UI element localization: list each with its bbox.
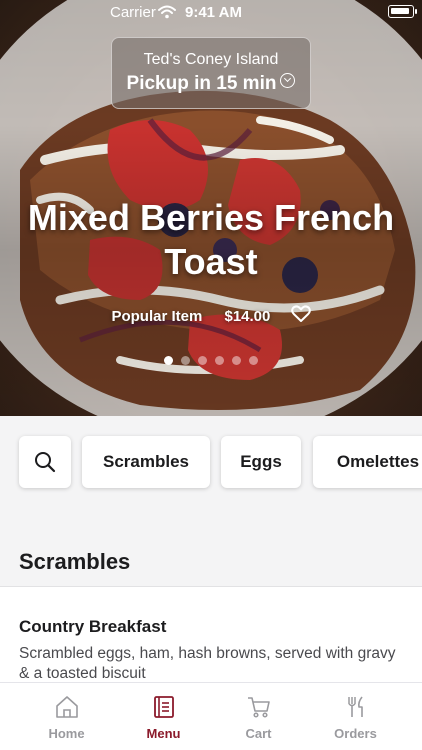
category-chip-eggs[interactable]: Eggs [221, 436, 301, 488]
tab-menu[interactable]: Menu [111, 683, 216, 750]
home-icon [56, 696, 78, 718]
category-chip-omelettes[interactable]: Omelettes [313, 436, 422, 488]
tab-orders-label: Orders [334, 726, 377, 741]
tab-orders[interactable]: Orders [303, 683, 408, 750]
pickup-time: Pickup in 15 min [126, 73, 277, 94]
menu-item-description: Scrambled eggs, ham, hash browns, served… [19, 645, 396, 682]
carousel-dots[interactable] [0, 352, 422, 370]
status-bar: Carrier 9:41 AM [0, 0, 422, 26]
section-title: Scrambles [19, 549, 131, 574]
carousel-dot[interactable] [164, 356, 173, 365]
battery-icon [388, 5, 414, 18]
featured-item-price: $14.00 [224, 307, 271, 325]
battery-tip [415, 9, 417, 14]
featured-item-title: Mixed Berries French Toast [27, 197, 395, 282]
heart-icon [290, 305, 311, 322]
menu-item-name: Country Breakfast [19, 617, 167, 636]
pickup-time-row: Pickup in 15 min [112, 73, 310, 95]
featured-item-meta: Popular Item $14.00 [0, 305, 422, 327]
tab-cart-label: Cart [245, 726, 272, 741]
tab-menu-label: Menu [146, 726, 181, 741]
carousel-dot[interactable] [181, 356, 190, 365]
carrier-label: Carrier [110, 4, 156, 21]
carousel-dot[interactable] [249, 356, 258, 365]
category-chip-scrambles[interactable]: Scrambles [82, 436, 210, 488]
carousel-dot[interactable] [232, 356, 241, 365]
tab-cart[interactable]: Cart [206, 683, 311, 750]
menu-item[interactable]: Country Breakfast Scrambled eggs, ham, h… [0, 587, 422, 682]
carousel-dot[interactable] [198, 356, 207, 365]
utensils-icon [348, 696, 363, 717]
popular-badge: Popular Item [111, 307, 203, 325]
tab-bar: Home Menu Cart Orders [0, 682, 422, 750]
search-icon [35, 452, 56, 473]
tab-home[interactable]: Home [14, 683, 119, 750]
favorite-button[interactable] [275, 305, 311, 327]
menu-icon [154, 696, 174, 718]
store-picker-button[interactable]: Ted's Coney Island Pickup in 15 min [111, 37, 311, 109]
wifi-icon [158, 5, 176, 19]
clock: 9:41 AM [185, 4, 242, 21]
store-name: Ted's Coney Island [143, 51, 279, 68]
tab-home-label: Home [48, 726, 85, 741]
chevron-down-icon [280, 73, 296, 88]
carousel-dot[interactable] [215, 356, 224, 365]
search-button[interactable] [19, 436, 71, 488]
category-bar: Scrambles Eggs Omelettes [0, 416, 422, 516]
cart-icon [248, 697, 270, 718]
